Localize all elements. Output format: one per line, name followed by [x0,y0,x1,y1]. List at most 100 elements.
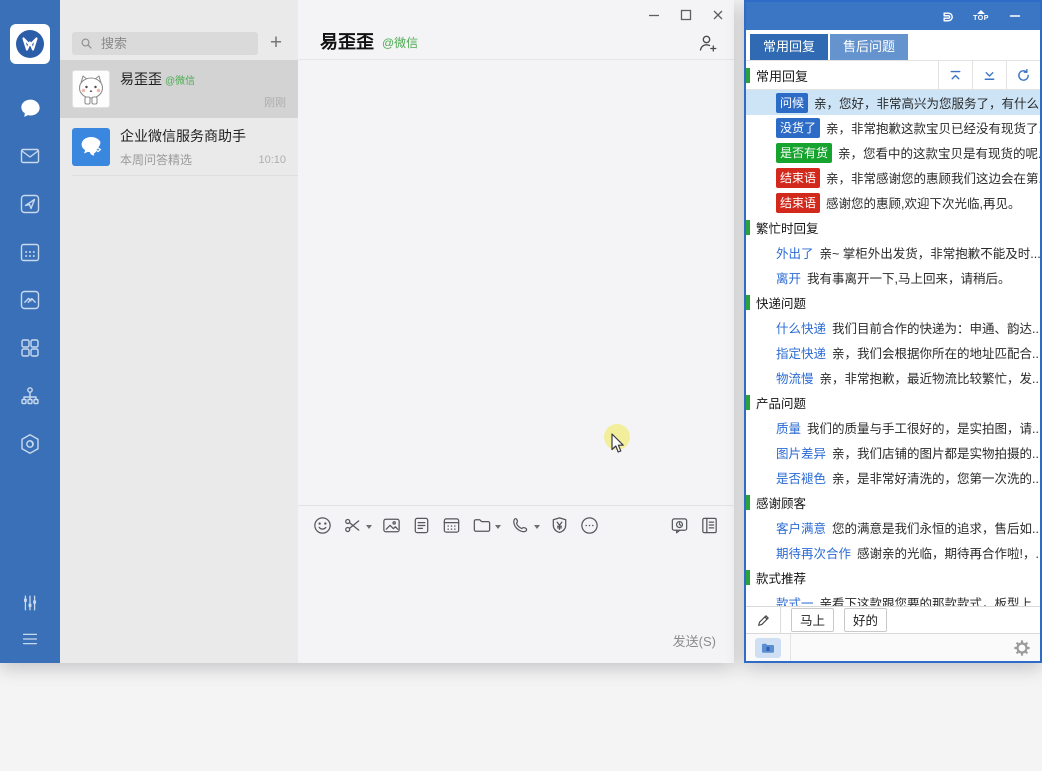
conversation-item-yiwaiwai[interactable]: 易歪歪 @微信 刚刚 [60,60,298,118]
tab-aftersale-questions[interactable]: 售后问题 [830,34,908,60]
conversation-time: 刚刚 [264,94,286,110]
reply-keyword[interactable]: 款式一 [776,593,814,606]
reply-item[interactable]: 是否褪色亲，是非常好清洗的，您第一次洗的... [746,465,1040,490]
minimize-button[interactable] [638,5,670,25]
reply-item[interactable]: 外出了亲~ 掌柜外出发货，非常抱歉不能及时... [746,240,1040,265]
workbench-icon[interactable] [0,180,60,228]
apps-icon[interactable] [0,324,60,372]
conversation-preview: 本周问答精选 [120,151,252,168]
reply-tag[interactable]: 问候 [776,93,808,113]
reply-group-title: 产品问题 [756,393,806,412]
reply-item[interactable]: 客户满意您的满意是我们永恒的追求，售后如... [746,515,1040,540]
call-dropdown-caret[interactable] [534,525,540,529]
reply-item[interactable]: 指定快递亲，我们会根据你所在的地址匹配合... [746,340,1040,365]
scroll-to-top-icon[interactable] [938,61,972,89]
reply-item[interactable]: 图片差异亲，我们店铺的图片都是实物拍摄的... [746,440,1040,465]
send-button[interactable]: 发送(S) [673,631,716,650]
reply-text: 亲看下这款跟您要的那款款式，板型上... [820,593,1040,606]
reply-item[interactable]: 问候亲，您好，非常高兴为您服务了，有什么... [746,90,1040,115]
new-chat-button[interactable]: + [264,31,288,55]
group-color-bar [746,395,750,410]
search-input[interactable] [72,32,258,55]
add-member-icon[interactable] [696,32,718,59]
reply-item[interactable]: 期待再次合作感谢亲的光临，期待再合作啦!，... [746,540,1040,565]
reply-item[interactable]: 没货了亲，非常抱歉这款宝贝已经没有现货了... [746,115,1040,140]
quick-phrase-button[interactable]: 马上 [791,608,834,632]
reply-keyword[interactable]: 什么快递 [776,318,826,337]
reply-item[interactable]: 物流慢亲，非常抱歉，最近物流比较繁忙，发... [746,365,1040,390]
folder-dropdown-caret[interactable] [495,525,501,529]
drive-icon[interactable] [0,276,60,324]
reply-keyword[interactable]: 质量 [776,418,801,437]
refresh-icon[interactable] [1006,61,1040,89]
card-icon[interactable] [441,515,462,536]
chat-bubble-icon[interactable] [0,84,60,132]
conversation-item-service-assistant[interactable]: 企业微信服务商助手 本周问答精选 10:10 [60,118,298,176]
reply-text: 亲，您好，非常高兴为您服务了，有什么... [814,93,1040,112]
search-field[interactable] [99,35,243,52]
reply-keyword[interactable]: 图片差异 [776,443,826,462]
reply-keyword[interactable]: 外出了 [776,243,814,262]
reply-tag[interactable]: 是否有货 [776,143,832,163]
chat-toolbar [298,505,734,545]
menu-icon[interactable] [0,621,60,657]
reply-tag[interactable]: 结束语 [776,193,820,213]
reply-item[interactable]: 款式一亲看下这款跟您要的那款款式，板型上... [746,590,1040,606]
chat-history-icon[interactable] [669,515,690,536]
reply-text: 感谢亲的光临，期待再合作啦!，... [857,543,1040,562]
reply-item[interactable]: 是否有货亲，您看中的这款宝贝是有现货的呢... [746,140,1040,165]
reply-item[interactable]: 结束语感谢您的惠顾,欢迎下次光临,再见。 [746,190,1040,215]
calendar-icon[interactable] [0,228,60,276]
reply-item[interactable]: 结束语亲，非常感谢您的惠顾我们这边会在第... [746,165,1040,190]
reply-item[interactable]: 质量我们的质量与手工很好的，是实拍图，请... [746,415,1040,440]
screenshot-dropdown-caret[interactable] [366,525,372,529]
payment-icon[interactable] [549,515,570,536]
reply-panel-header: 常用回复 [746,60,1040,90]
reply-item[interactable]: 离开我有事离开一下,马上回来，请稍后。 [746,265,1040,290]
quick-reply-assistant-window: TOP 常用回复 售后问题 常用回复 问候亲，您好，非常高兴为您服务了，有什么.… [744,0,1042,663]
reply-tag[interactable]: 结束语 [776,168,820,188]
reply-keyword[interactable]: 物流慢 [776,368,814,387]
divider [72,175,298,176]
reply-text: 亲，是非常好清洗的，您第一次洗的... [832,468,1040,487]
org-chart-icon[interactable] [0,372,60,420]
magnet-dock-icon[interactable] [930,2,964,30]
call-icon[interactable] [510,515,531,536]
conversation-time: 10:10 [258,154,286,166]
close-button[interactable] [702,5,734,25]
filter-icon[interactable] [0,585,60,621]
reply-tag[interactable]: 没货了 [776,118,820,138]
maximize-button[interactable] [670,5,702,25]
reply-item[interactable]: 什么快递我们目前合作的快递为：申通、韵达... [746,315,1040,340]
reply-keyword[interactable]: 指定快递 [776,343,826,362]
edit-icon[interactable] [746,607,781,633]
reply-keyword[interactable]: 客户满意 [776,518,826,537]
pin-to-top-icon[interactable]: TOP [964,2,998,30]
more-icon[interactable] [579,515,600,536]
assistant-minimize-icon[interactable] [998,2,1032,30]
sidebar-bottom [0,585,60,657]
yiwaiwai-logo-icon[interactable] [10,24,50,64]
screenshot-icon[interactable] [342,515,363,536]
file-icon[interactable] [411,515,432,536]
scroll-to-bottom-icon[interactable] [972,61,1006,89]
folder-icon[interactable] [471,515,492,536]
mail-icon[interactable] [0,132,60,180]
search-row: + [60,0,298,60]
folder-shortcut-icon[interactable] [755,638,781,658]
reply-keyword[interactable]: 是否褪色 [776,468,826,487]
quick-phrase-buttons: 马上好的 [781,608,887,632]
wecom-main-window: + 易歪歪 @微信 [0,0,734,663]
reply-text: 亲，您看中的这款宝贝是有现货的呢... [838,143,1040,162]
reply-keyword[interactable]: 离开 [776,268,801,287]
message-list-icon[interactable] [699,515,720,536]
tab-common-replies[interactable]: 常用回复 [750,34,828,60]
toolbox-icon[interactable] [0,420,60,468]
settings-gear-icon[interactable] [1013,639,1031,657]
image-icon[interactable] [381,515,402,536]
assistant-tabs: 常用回复 售后问题 [746,30,1040,60]
reply-keyword[interactable]: 期待再次合作 [776,543,851,562]
quick-phrase-button[interactable]: 好的 [844,608,887,632]
reply-text: 亲，非常抱歉，最近物流比较繁忙，发... [820,368,1040,387]
emoji-icon[interactable] [312,515,333,536]
